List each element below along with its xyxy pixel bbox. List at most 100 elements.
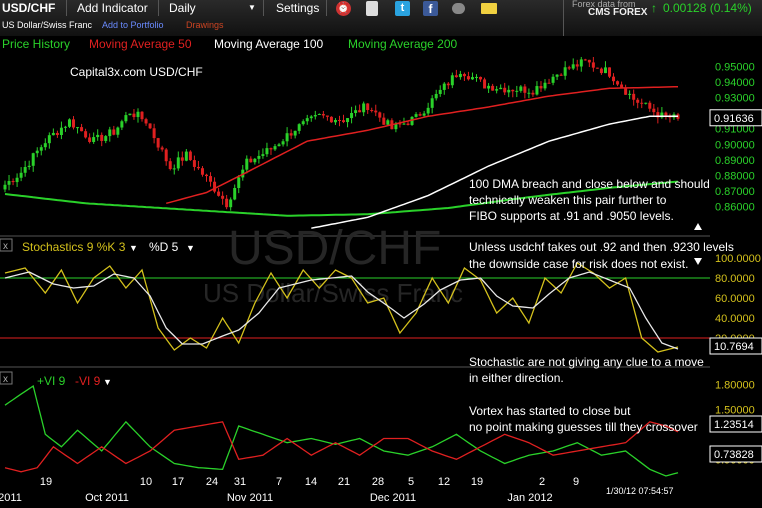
- candle-body: [571, 64, 575, 69]
- x-tick-label: 24: [206, 476, 218, 488]
- toolbar-divider: [326, 0, 327, 16]
- candle-body: [19, 172, 23, 178]
- candle-body: [23, 167, 27, 173]
- candle-body: [120, 121, 124, 128]
- chevron-down-icon[interactable]: ▼: [103, 377, 112, 387]
- candle-body: [301, 121, 305, 125]
- drawings-link[interactable]: Drawings: [186, 19, 224, 31]
- interval-select[interactable]: Daily: [169, 0, 247, 16]
- candle-body: [515, 90, 519, 92]
- candle-body: [305, 118, 309, 122]
- twitter-icon[interactable]: t: [395, 1, 410, 16]
- last-vortex-label: 1.23514: [714, 419, 754, 431]
- candle-body: [124, 115, 128, 122]
- candle-body: [136, 111, 140, 118]
- x-tick-label: 21: [338, 476, 350, 488]
- candle-body: [209, 176, 213, 182]
- candle-body: [47, 135, 51, 144]
- x-tick-label: Oct 2011: [85, 492, 129, 504]
- candle-body: [527, 92, 531, 94]
- candle-body: [450, 75, 454, 86]
- candle-body: [547, 82, 551, 84]
- price-tick-label: 0.87000: [715, 186, 755, 198]
- link-icon[interactable]: [452, 3, 465, 14]
- symbol-description: US Dollar/Swiss Franc: [2, 20, 93, 30]
- candle-body: [487, 85, 491, 89]
- x-tick-label: 17: [172, 476, 184, 488]
- vortex-minus-title: -VI 9: [75, 374, 101, 388]
- candle-body: [188, 151, 192, 161]
- candle-body: [140, 111, 144, 120]
- candle-body: [595, 67, 599, 69]
- candle-body: [273, 146, 277, 150]
- candle-body: [200, 168, 204, 175]
- toolbar: USD/CHF Add Indicator Daily ▼ Settings ⏰…: [0, 0, 762, 37]
- stochastics-tick-label: 40.0000: [715, 313, 755, 325]
- email-icon[interactable]: [481, 3, 497, 14]
- facebook-icon[interactable]: f: [423, 1, 438, 16]
- add-to-portfolio-link[interactable]: Add to Portfolio: [102, 19, 164, 31]
- toolbar-divider: [263, 0, 264, 16]
- toolbar-divider: [563, 0, 564, 36]
- candle-body: [313, 115, 317, 117]
- candle-body: [446, 83, 450, 86]
- candle-body: [652, 108, 656, 113]
- candle-body: [293, 130, 297, 136]
- chevron-down-icon[interactable]: ▼: [186, 243, 195, 253]
- candle-body: [406, 123, 410, 125]
- chevron-down-icon[interactable]: ▼: [248, 0, 256, 16]
- candle-body: [531, 92, 535, 95]
- candle-body: [217, 191, 221, 196]
- candle-body: [261, 154, 265, 156]
- candle-body: [63, 126, 67, 128]
- chevron-down-icon[interactable]: ▼: [129, 243, 138, 253]
- candle-body: [454, 75, 458, 78]
- candle-body: [511, 89, 515, 92]
- candle-body: [88, 137, 92, 142]
- candle-body: [192, 160, 196, 167]
- candle-body: [148, 123, 152, 129]
- candle-body: [495, 89, 499, 91]
- x-tick-label: 28: [372, 476, 384, 488]
- candle-body: [599, 68, 603, 74]
- candle-body: [59, 127, 63, 136]
- candle-body: [285, 133, 289, 142]
- x-tick-label: 2011: [0, 492, 22, 504]
- candle-body: [438, 89, 442, 94]
- alarm-clock-icon[interactable]: ⏰: [336, 1, 351, 16]
- candle-body: [466, 76, 470, 80]
- x-tick-label: 12: [438, 476, 450, 488]
- candle-body: [664, 112, 668, 116]
- x-tick-label: 2: [539, 476, 545, 488]
- candle-body: [3, 184, 7, 190]
- candle-body: [499, 87, 503, 90]
- candle-body: [346, 118, 350, 123]
- candle-body: [196, 166, 200, 169]
- x-tick-label: Jan 2012: [507, 492, 552, 504]
- stochastics-title: Stochastics 9 %K 3: [22, 240, 126, 254]
- candle-body: [43, 143, 47, 148]
- document-icon[interactable]: [366, 1, 378, 16]
- candle-body: [80, 127, 84, 132]
- add-indicator-button[interactable]: Add Indicator: [77, 0, 148, 16]
- toolbar-divider: [158, 0, 159, 16]
- candle-body: [249, 158, 253, 163]
- candle-body: [100, 134, 104, 141]
- candle-body: [644, 102, 648, 104]
- x-tick-label: 10: [140, 476, 152, 488]
- candle-body: [112, 129, 116, 135]
- candle-body: [434, 93, 438, 99]
- candle-body: [337, 120, 341, 122]
- candle-body: [67, 119, 71, 127]
- price-tick-label: 0.89000: [715, 155, 755, 167]
- settings-button[interactable]: Settings: [276, 0, 319, 16]
- symbol-button[interactable]: USD/CHF: [2, 0, 62, 16]
- stochastics-title-d: %D 5: [149, 240, 179, 254]
- change-arrow-icon: ↑: [651, 1, 657, 15]
- candle-body: [624, 87, 628, 95]
- x-tick-label: 9: [573, 476, 579, 488]
- vortex-note-line: Stochastic are not giving any clue to a …: [469, 355, 704, 369]
- candle-body: [483, 79, 487, 89]
- candle-body: [539, 86, 543, 89]
- last-vortex-label: 0.73828: [714, 449, 754, 461]
